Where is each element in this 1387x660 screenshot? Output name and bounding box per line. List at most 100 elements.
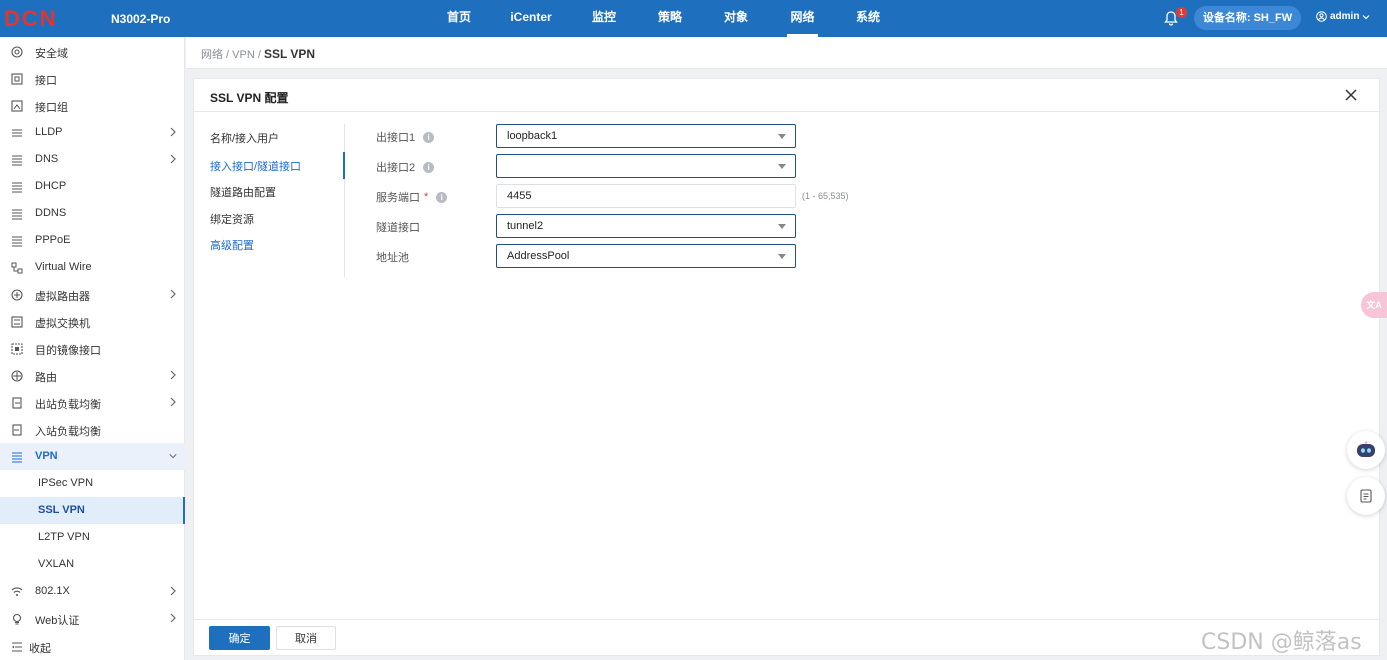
virtual-switch-icon	[10, 315, 23, 328]
close-icon[interactable]	[1344, 88, 1358, 102]
dropdown-caret-icon	[778, 134, 786, 139]
chevron-down-icon	[1363, 14, 1370, 19]
dcn-logo: DCN	[4, 9, 58, 28]
required-mark: *	[424, 191, 429, 203]
divider	[194, 619, 1379, 620]
translate-float-button[interactable]: 文A	[1361, 292, 1387, 318]
sidebar-item-dns[interactable]: DNS	[0, 146, 185, 173]
tab-divider	[344, 124, 345, 277]
outbound-lb-icon	[10, 396, 23, 409]
address-pool-label: 地址池	[376, 252, 409, 264]
nav-object[interactable]: 对象	[717, 0, 755, 37]
sidebar-item-security-zone[interactable]: 安全域	[0, 38, 185, 65]
sidebar-item-web-auth[interactable]: Web认证	[0, 605, 185, 632]
panel-title: SSL VPN 配置	[210, 91, 289, 105]
sidebar-item-virtual-wire[interactable]: Virtual Wire	[0, 254, 185, 281]
sidebar-collapse-button[interactable]: 收起	[0, 633, 185, 659]
sidebar-item-lldp[interactable]: LLDP	[0, 119, 185, 146]
sidebar-item-vpn[interactable]: VPN	[0, 443, 185, 470]
sidebar-item-inbound-lb[interactable]: 入站负载均衡	[0, 416, 185, 443]
service-port-label: 服务端口 * i	[376, 189, 448, 205]
ok-button[interactable]: 确定	[209, 626, 270, 650]
breadcrumb-current: SSL VPN	[263, 47, 316, 61]
info-icon[interactable]: i	[423, 131, 435, 143]
sidebar-item-vxlan[interactable]: VXLAN	[0, 551, 185, 578]
user-menu[interactable]: admin	[1316, 11, 1370, 22]
breadcrumb-path[interactable]: 网络 / VPN /	[201, 49, 264, 61]
sidebar-item-routing[interactable]: 路由	[0, 362, 185, 389]
interface-icon	[10, 72, 23, 85]
chevron-right-icon	[170, 370, 176, 380]
dropdown-caret-icon	[778, 224, 786, 229]
nav-system[interactable]: 系统	[849, 0, 887, 37]
lldp-icon	[10, 126, 23, 139]
ssl-vpn-config-panel: SSL VPN 配置 名称/接入用户 接入接口/隧道接口 隧道路由配置 绑定资源…	[193, 78, 1380, 656]
top-nav-bar: DCN N3002-Pro 首页 iCenter 监控 策略 对象 网络 系统 …	[0, 0, 1387, 37]
sidebar-item-ssl-vpn[interactable]: SSL VPN	[0, 497, 185, 524]
address-pool-select[interactable]: AddressPool	[496, 244, 796, 268]
sidebar-item-ddns[interactable]: DDNS	[0, 200, 185, 227]
svg-text:DCN: DCN	[4, 9, 58, 28]
routing-icon	[10, 369, 23, 382]
notes-float-button[interactable]	[1347, 477, 1385, 515]
sidebar: 安全域 接口 接口组 LLDP DNS DHCP DDNS PPPoE Virt…	[0, 37, 185, 660]
tab-name-access-user[interactable]: 名称/接入用户	[210, 130, 279, 146]
egress2-select[interactable]	[496, 154, 796, 178]
pppoe-icon	[10, 234, 23, 247]
nav-monitor[interactable]: 监控	[585, 0, 623, 37]
info-icon[interactable]: i	[423, 161, 435, 173]
info-icon[interactable]: i	[436, 191, 448, 203]
nav-policy[interactable]: 策略	[651, 0, 689, 37]
cancel-button[interactable]: 取消	[276, 626, 336, 650]
sidebar-item-interface-group[interactable]: 接口组	[0, 92, 185, 119]
interface-group-icon	[10, 99, 23, 112]
chevron-right-icon	[170, 154, 176, 164]
sidebar-item-pppoe[interactable]: PPPoE	[0, 227, 185, 254]
device-model: N3002-Pro	[111, 12, 171, 26]
device-name-badge[interactable]: 设备名称: SH_FW	[1194, 6, 1301, 30]
chevron-right-icon	[170, 586, 176, 596]
assistant-bot-button[interactable]	[1347, 431, 1385, 469]
breadcrumb: 网络 / VPN / SSL VPN	[201, 46, 315, 62]
tab-advanced[interactable]: 高级配置	[210, 237, 254, 253]
sidebar-item-virtual-router[interactable]: 虚拟路由器	[0, 281, 185, 308]
service-port-input[interactable]	[496, 184, 796, 208]
sidebar-item-interface[interactable]: 接口	[0, 65, 185, 92]
username: admin	[1330, 11, 1360, 22]
sidebar-item-ipsec-vpn[interactable]: IPSec VPN	[0, 470, 185, 497]
sidebar-item-8021x[interactable]: 802.1X	[0, 578, 185, 605]
sidebar-item-dhcp[interactable]: DHCP	[0, 173, 185, 200]
chevron-right-icon	[170, 397, 176, 407]
tunnel-interface-select[interactable]: tunnel2	[496, 214, 796, 238]
egress1-label: 出接口1 i	[376, 129, 435, 145]
nav-home[interactable]: 首页	[440, 0, 478, 37]
port-range-hint: (1 - 65,535)	[802, 191, 849, 201]
virtual-wire-icon	[10, 261, 23, 274]
breadcrumb-bar: 网络 / VPN / SSL VPN	[186, 37, 1387, 69]
chevron-right-icon	[170, 289, 176, 299]
wireless-8021x-icon	[10, 585, 23, 598]
vpn-icon	[10, 450, 23, 463]
chevron-down-icon	[169, 454, 177, 459]
collapse-icon	[10, 640, 23, 653]
dns-icon	[10, 153, 23, 166]
document-icon	[1360, 489, 1372, 503]
divider	[194, 111, 1379, 112]
sidebar-item-mirror-interface[interactable]: 目的镜像接口	[0, 335, 185, 362]
sidebar-item-virtual-switch[interactable]: 虚拟交换机	[0, 308, 185, 335]
nav-network[interactable]: 网络	[787, 0, 818, 37]
tab-access-tunnel-interface[interactable]: 接入接口/隧道接口	[210, 158, 301, 174]
web-auth-icon	[10, 612, 23, 625]
ddns-icon	[10, 207, 23, 220]
sidebar-item-outbound-lb[interactable]: 出站负载均衡	[0, 389, 185, 416]
virtual-router-icon	[10, 288, 23, 301]
tab-bind-resource[interactable]: 绑定资源	[210, 211, 254, 227]
tunnel-interface-label: 隧道接口	[376, 222, 420, 234]
tab-tunnel-route[interactable]: 隧道路由配置	[210, 184, 276, 200]
dropdown-caret-icon	[778, 164, 786, 169]
sidebar-item-l2tp-vpn[interactable]: L2TP VPN	[0, 524, 185, 551]
egress1-select[interactable]: loopback1	[496, 124, 796, 148]
watermark: CSDN @鲸落as	[1201, 630, 1362, 655]
security-zone-icon	[10, 45, 23, 58]
nav-icenter[interactable]: iCenter	[508, 0, 554, 37]
